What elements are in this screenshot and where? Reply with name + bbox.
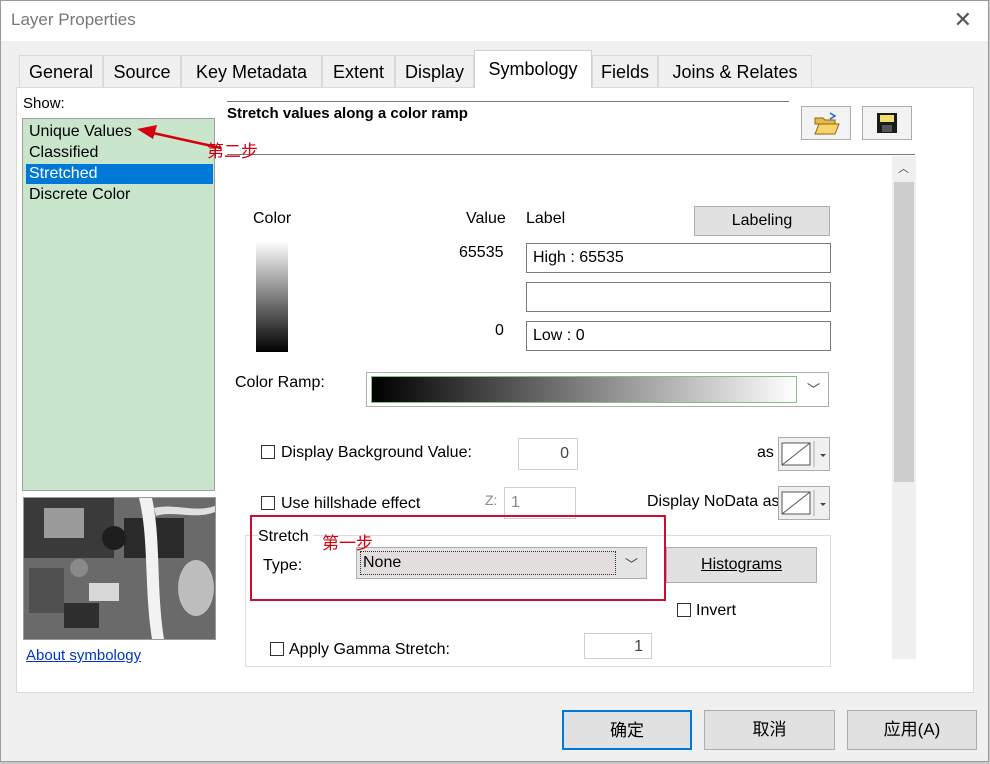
chevron-down-icon: ﹀ <box>806 382 820 397</box>
nodata-color-picker[interactable] <box>778 486 830 520</box>
high-label-input[interactable]: High : 65535 <box>526 243 831 273</box>
invert-checkbox[interactable] <box>677 603 691 617</box>
color-ramp-preview <box>371 376 797 403</box>
vertical-scrollbar[interactable]: ︿ <box>892 156 916 659</box>
cancel-button[interactable]: 取消 <box>704 710 835 750</box>
display-background-label: Display Background Value: <box>281 444 472 461</box>
ok-button[interactable]: 确定 <box>562 710 692 750</box>
gamma-stretch-checkbox[interactable] <box>270 642 284 656</box>
labeling-button[interactable]: Labeling <box>694 206 830 236</box>
tab-source[interactable]: Source <box>103 55 181 87</box>
symbology-preview-image <box>23 497 216 640</box>
title-bar: Layer Properties ✕ <box>1 1 988 41</box>
hillshade-checkbox[interactable] <box>261 496 275 510</box>
tab-joins-relates[interactable]: Joins & Relates <box>658 55 812 87</box>
display-nodata-label: Display NoData as <box>647 493 780 510</box>
z-factor-label: Z: <box>485 492 498 508</box>
show-list[interactable]: Unique Values Classified Stretched Discr… <box>22 118 215 491</box>
label-column-header: Label <box>526 210 566 227</box>
annotation-highlight-box <box>250 515 666 601</box>
no-color-icon <box>781 490 826 516</box>
color-swatch-gradient[interactable] <box>256 241 288 352</box>
hillshade-label: Use hillshade effect <box>281 495 421 512</box>
background-value-input[interactable]: 0 <box>518 438 578 470</box>
background-color-picker[interactable] <box>778 437 830 471</box>
apply-button[interactable]: 应用(A) <box>847 710 977 750</box>
save-layer-file-button[interactable] <box>862 106 912 140</box>
color-ramp-dropdown[interactable]: ﹀ <box>366 372 829 407</box>
background-as-label: as <box>757 444 774 461</box>
color-ramp-label: Color Ramp: <box>235 374 325 391</box>
high-value: 65535 <box>459 244 504 261</box>
show-item-stretched[interactable]: Stretched <box>26 164 213 184</box>
floppy-disk-icon <box>877 113 897 133</box>
header-divider-bottom <box>227 154 915 155</box>
gamma-value-input[interactable]: 1 <box>584 633 652 659</box>
low-label-input[interactable]: Low : 0 <box>526 321 831 351</box>
display-background-checkbox[interactable] <box>261 445 275 459</box>
show-item-discrete-color[interactable]: Discrete Color <box>26 185 213 205</box>
window-title: Layer Properties <box>11 10 136 29</box>
header-divider <box>227 101 789 102</box>
invert-label: Invert <box>696 602 737 619</box>
close-icon[interactable]: ✕ <box>954 7 972 33</box>
tab-display[interactable]: Display <box>395 55 474 87</box>
color-column-header: Color <box>253 210 292 227</box>
scrollbar-thumb[interactable] <box>894 182 914 482</box>
layer-properties-dialog: Layer Properties ✕ General Source Key Me… <box>0 0 989 762</box>
tab-fields[interactable]: Fields <box>592 55 658 87</box>
show-label: Show: <box>23 95 65 112</box>
gamma-stretch-label: Apply Gamma Stretch: <box>289 641 450 658</box>
tab-symbology[interactable]: Symbology <box>474 50 592 88</box>
scroll-up-icon[interactable]: ︿ <box>898 160 909 176</box>
folder-open-icon <box>814 112 840 135</box>
tab-general[interactable]: General <box>19 55 103 87</box>
low-value: 0 <box>495 322 504 339</box>
annotation-arrow-icon <box>137 125 222 150</box>
histograms-button[interactable]: Histograms <box>666 547 817 583</box>
value-column-header: Value <box>466 210 506 227</box>
about-symbology-link[interactable]: About symbology <box>26 647 141 664</box>
no-color-icon <box>781 441 826 467</box>
tab-extent[interactable]: Extent <box>322 55 395 87</box>
tab-key-metadata[interactable]: Key Metadata <box>181 55 322 87</box>
symbology-description: Stretch values along a color ramp <box>227 105 468 122</box>
open-layer-file-button[interactable] <box>801 106 851 140</box>
middle-label-input[interactable] <box>526 282 831 312</box>
annotation-step1: 第一步 <box>322 534 373 553</box>
